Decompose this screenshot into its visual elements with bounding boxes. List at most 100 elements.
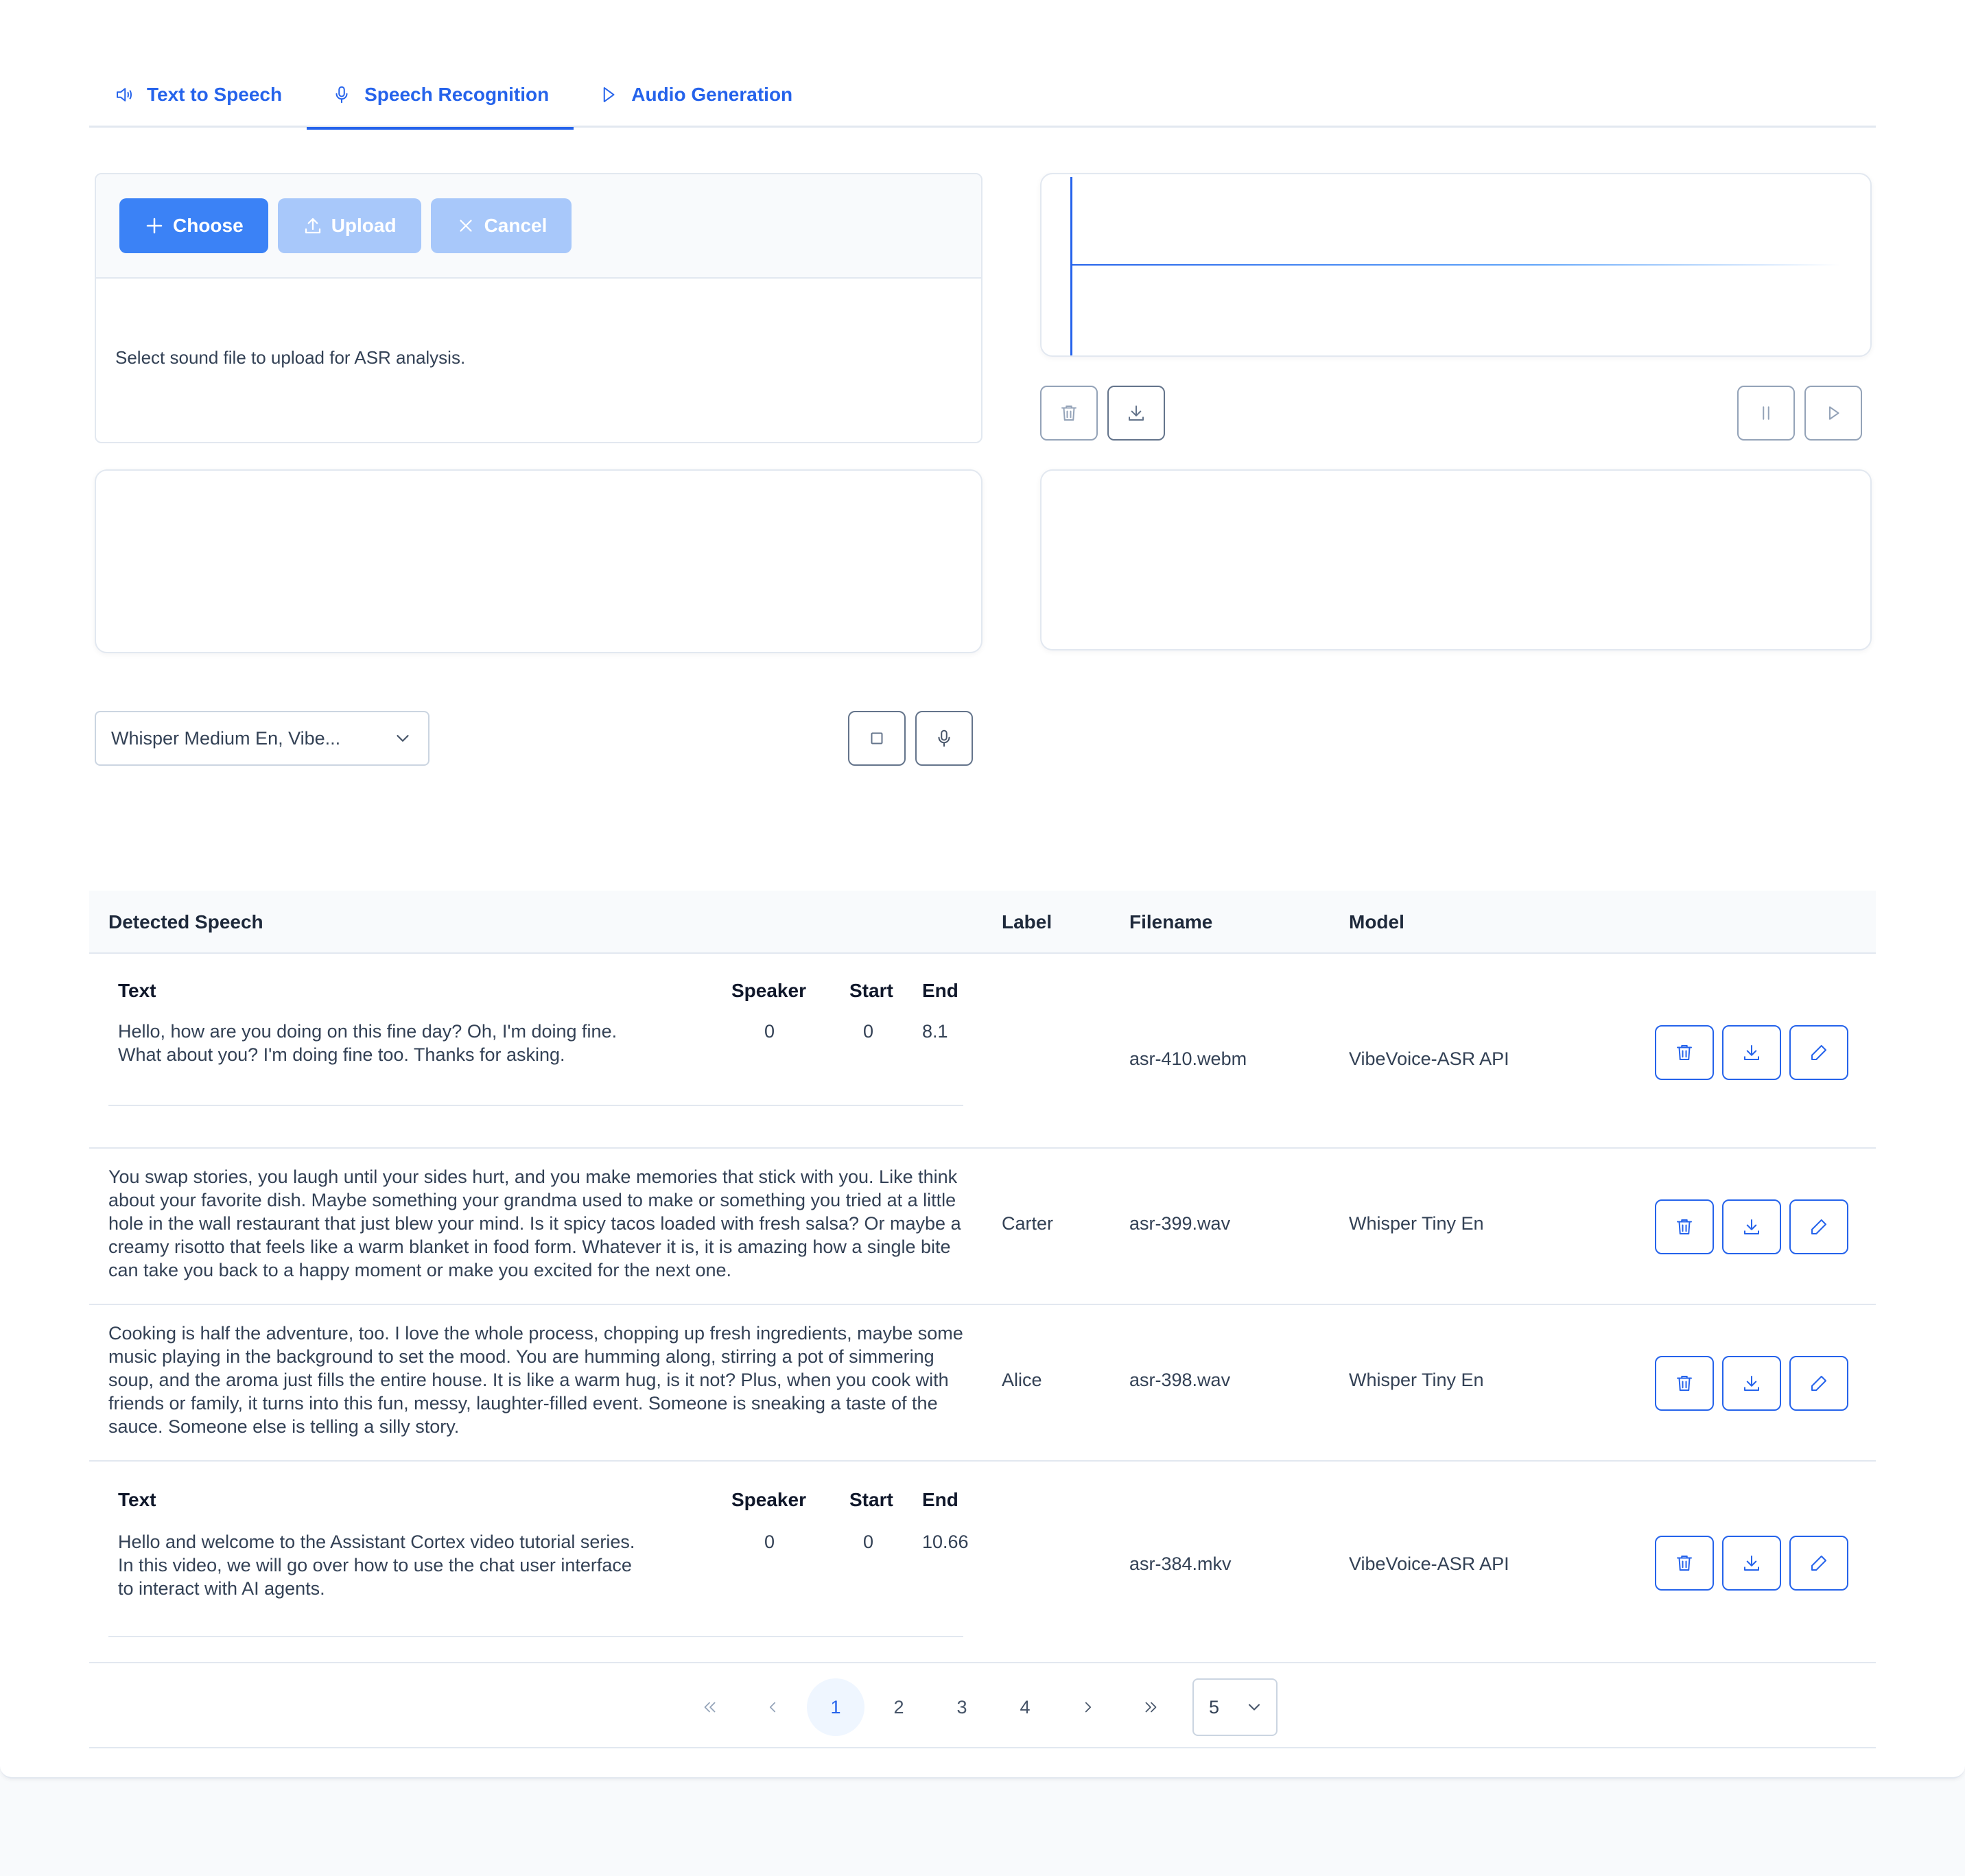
trash-icon [1677,1219,1692,1234]
download-row-button[interactable] [1722,1199,1781,1254]
model-select-value: Whisper Medium En, Vibe... [111,727,341,749]
cell-model: Whisper Tiny En [1349,1370,1484,1390]
stop-recording-button[interactable] [848,711,906,766]
delete-row-button[interactable] [1655,1536,1714,1591]
cell-label: Carter [1002,1213,1054,1234]
page-4-button[interactable]: 4 [996,1678,1054,1736]
tab-label: Text to Speech [147,84,283,105]
row-actions [1655,1536,1848,1591]
rows-per-page-select[interactable]: 5 [1192,1678,1278,1736]
segment-header-text: Text [118,980,156,1001]
cell-model: VibeVoice-ASR API [1349,1553,1509,1574]
choose-button[interactable]: Choose [119,198,268,253]
download-icon [1744,1376,1759,1391]
row-actions [1655,1356,1848,1411]
row-actions [1655,1199,1848,1254]
pencil-icon [1811,1556,1826,1571]
segment-header-start: Start [849,1489,893,1510]
segment-end: 10.66 [922,1532,969,1552]
segment-speaker: 0 [764,1021,775,1042]
header-filename: Filename [1129,911,1213,933]
download-row-button[interactable] [1722,1025,1781,1080]
pencil-icon [1811,1045,1826,1060]
segment-start: 0 [863,1532,874,1552]
chevron-left-icon [769,1702,776,1713]
waveform-line [1072,264,1840,266]
upload-toolbar: Choose Upload Cancel [96,174,981,279]
delete-row-button[interactable] [1655,1199,1714,1254]
stop-icon [871,732,883,744]
cell-filename: asr-410.webm [1129,1048,1247,1069]
upload-icon [305,218,320,234]
next-page-button[interactable] [1059,1678,1117,1736]
segment-header-end: End [922,980,958,1001]
table-row: Text Speaker Start End Hello, how are yo… [89,954,1876,1149]
segment-text: Hello and welcome to the Assistant Corte… [118,1532,635,1599]
tab-audio-generation[interactable]: Audio Generation [574,62,817,128]
upload-message: Select sound file to upload for ASR anal… [115,347,466,368]
table-header: Detected Speech Label Filename Model [89,891,1876,954]
cell-label: Alice [1002,1370,1042,1390]
chevron-down-icon [1248,1704,1260,1711]
app-card: Text to Speech Speech Recognition Audio … [0,0,1965,1779]
cell-detected-speech: You swap stories, you laugh until your s… [108,1166,961,1280]
transcript-output-panel [95,469,982,653]
download-icon [1744,1556,1759,1571]
tab-label: Speech Recognition [364,84,550,105]
choose-label: Choose [173,215,244,236]
segment-header-speaker: Speaker [731,980,806,1001]
plus-icon [146,218,163,234]
chevron-right-icon [1085,1702,1092,1713]
tab-text-to-speech[interactable]: Text to Speech [89,62,307,128]
segment-table: Text Speaker Start End Hello and welcome… [108,1462,969,1637]
edit-row-button[interactable] [1789,1025,1848,1080]
play-icon [604,87,615,102]
upload-button[interactable]: Upload [277,198,421,253]
cell-filename: asr-384.mkv [1129,1553,1232,1574]
cell-filename: asr-399.wav [1129,1213,1231,1234]
cancel-button[interactable]: Cancel [430,198,572,253]
pagination: 1 2 3 4 5 [89,1663,1876,1748]
download-row-button[interactable] [1722,1356,1781,1411]
tab-label: Audio Generation [631,84,793,105]
download-audio-button[interactable] [1107,386,1165,441]
cell-model: Whisper Tiny En [1349,1213,1484,1234]
double-chevron-right-icon [1145,1702,1157,1713]
header-detected-speech: Detected Speech [108,911,263,933]
model-select[interactable]: Whisper Medium En, Vibe... [95,711,430,766]
page-3-button[interactable]: 3 [933,1678,991,1736]
table-row: Cooking is half the adventure, too. I lo… [89,1305,1876,1462]
segment-speaker: 0 [764,1532,775,1552]
close-icon [459,220,472,232]
delete-row-button[interactable] [1655,1025,1714,1080]
segment-header-text: Text [118,1489,156,1510]
page-1-button[interactable]: 1 [807,1678,864,1736]
tab-bar: Text to Speech Speech Recognition Audio … [89,62,1876,130]
header-model: Model [1349,911,1404,933]
prev-page-button[interactable] [744,1678,801,1736]
edit-row-button[interactable] [1789,1356,1848,1411]
tab-speech-recognition[interactable]: Speech Recognition [307,62,574,130]
play-button[interactable] [1804,386,1862,441]
pause-button[interactable] [1737,386,1795,441]
cell-detected-speech: Cooking is half the adventure, too. I lo… [108,1323,963,1437]
edit-row-button[interactable] [1789,1536,1848,1591]
segment-header-speaker: Speaker [731,1489,806,1510]
record-button[interactable] [915,711,973,766]
microphone-icon [938,729,950,747]
first-page-button[interactable] [681,1678,738,1736]
page-2-button[interactable]: 2 [870,1678,928,1736]
edit-row-button[interactable] [1789,1199,1848,1254]
playhead-cursor [1070,177,1072,355]
waveform-display[interactable] [1040,173,1872,357]
delete-row-button[interactable] [1655,1356,1714,1411]
upload-label: Upload [331,215,397,236]
last-page-button[interactable] [1122,1678,1180,1736]
cell-filename: asr-398.wav [1129,1370,1231,1390]
download-icon [1744,1045,1759,1060]
delete-audio-button[interactable] [1040,386,1098,441]
speaker-icon [117,88,132,102]
download-row-button[interactable] [1722,1536,1781,1591]
trash-icon [1677,1376,1692,1391]
table-row: Text Speaker Start End Hello and welcome… [89,1462,1876,1663]
